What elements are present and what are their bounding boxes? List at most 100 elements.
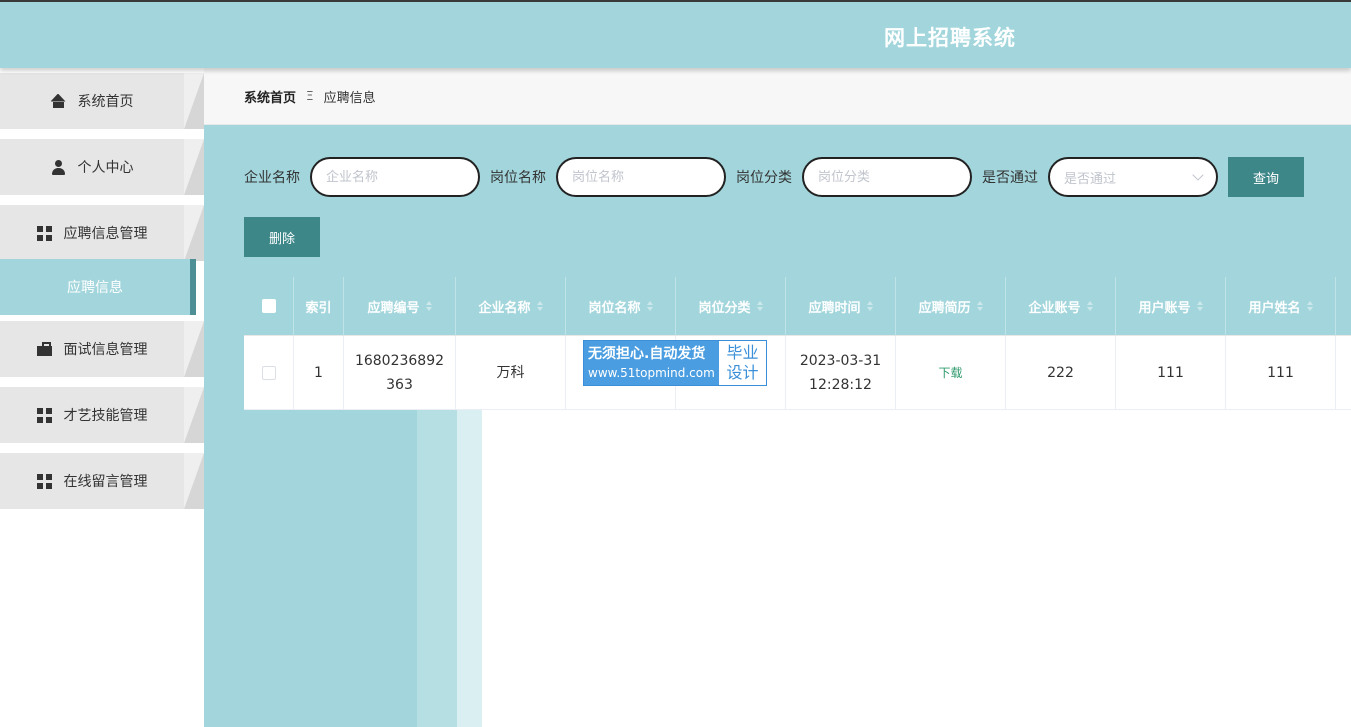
sidebar-item-talent-management[interactable]: 才艺技能管理 — [0, 387, 204, 443]
sort-icon[interactable] — [756, 300, 763, 312]
cell-company: 万科 — [456, 336, 566, 410]
briefcase-icon — [36, 341, 52, 357]
resume-download-link[interactable]: 下载 — [938, 361, 962, 385]
delete-button[interactable]: 删除 — [244, 217, 320, 257]
approved-select[interactable]: 是否通过 — [1048, 157, 1218, 197]
column-header-label: 用户姓名 — [1248, 300, 1301, 316]
sidebar-item-personal-center[interactable]: 个人中心 — [0, 139, 204, 195]
sort-icon[interactable] — [1086, 300, 1093, 312]
background-panel — [417, 410, 457, 727]
watermark-right-line1: 毕业 — [726, 343, 759, 362]
sidebar-item-application-info[interactable]: 应聘信息 — [0, 259, 204, 315]
cell-application-no: 1680236892363 — [344, 336, 456, 410]
position-category-label: 岗位分类 — [736, 170, 792, 186]
app-window: 网上招聘系统 系统首页 个人中心 应聘信息管理 应聘信息 面试信息管理 才艺技能… — [0, 0, 1351, 727]
company-name-label: 企业名称 — [244, 170, 300, 186]
chevron-down-icon — [1192, 169, 1204, 181]
column-header-label: 应聘简历 — [918, 300, 971, 316]
home-icon — [51, 94, 66, 109]
sidebar-item-application-management[interactable]: 应聘信息管理 — [0, 205, 204, 261]
main-content: 系统首页 Ξ 应聘信息 企业名称 岗位名称 岗位分类 是否通过 是否通过 查询 … — [204, 68, 1351, 727]
sort-icon[interactable] — [536, 300, 543, 312]
column-header[interactable]: 用户姓名 — [1226, 277, 1336, 336]
cell-overflow — [1336, 336, 1351, 410]
table-header: 索引 应聘编号 企业名称 岗位名称 岗位分类 应聘时间 应聘简历 企业账号 用户… — [244, 277, 1351, 336]
header-select-all[interactable] — [244, 277, 294, 336]
time-text: 2023-03-31 12:28:12 — [799, 352, 882, 393]
column-header[interactable]: 用户账号 — [1116, 277, 1226, 336]
column-header-overflow — [1336, 277, 1351, 336]
application-no-text: 1680236892363 — [354, 352, 445, 393]
sort-icon[interactable] — [976, 300, 983, 312]
watermark-slogan: 无须担心.自动发货 — [588, 346, 706, 362]
column-header-label: 用户账号 — [1138, 300, 1191, 316]
column-header[interactable]: 应聘简历 — [896, 277, 1006, 336]
cell-resume: 下载 — [896, 336, 1006, 410]
query-button[interactable]: 查询 — [1228, 157, 1304, 197]
breadcrumb-home[interactable]: 系统首页 — [244, 87, 296, 106]
search-bar: 企业名称 岗位名称 岗位分类 是否通过 是否通过 查询 — [244, 157, 1304, 197]
position-name-label: 岗位名称 — [490, 170, 546, 186]
sidebar-item-interview-management[interactable]: 面试信息管理 — [0, 321, 204, 377]
system-title: 网上招聘系统 — [884, 26, 1016, 50]
sidebar: 系统首页 个人中心 应聘信息管理 应聘信息 面试信息管理 才艺技能管理 在线留言… — [0, 68, 204, 727]
column-header-label: 应聘编号 — [367, 300, 420, 316]
column-header-label: 企业名称 — [478, 300, 531, 316]
sidebar-item-label: 系统首页 — [77, 94, 134, 110]
background-panel — [457, 410, 482, 727]
user-icon — [51, 159, 66, 175]
approved-label: 是否通过 — [982, 170, 1038, 186]
column-header[interactable]: 应聘时间 — [786, 277, 896, 336]
column-header[interactable]: 企业账号 — [1006, 277, 1116, 336]
column-header[interactable]: 岗位分类 — [676, 277, 786, 336]
cell-time: 2023-03-31 12:28:12 — [786, 336, 896, 410]
sidebar-item-label: 面试信息管理 — [63, 342, 148, 358]
watermark-url: www.51topmind.com — [588, 366, 715, 380]
sidebar-item-home[interactable]: 系统首页 — [0, 73, 204, 129]
sidebar-item-message-management[interactable]: 在线留言管理 — [0, 453, 204, 509]
column-header-label: 岗位分类 — [698, 300, 751, 316]
grid-icon — [36, 225, 52, 241]
select-all-checkbox[interactable] — [261, 299, 276, 313]
sidebar-item-label: 应聘信息管理 — [63, 226, 148, 242]
sidebar-item-label: 个人中心 — [77, 160, 134, 176]
column-header-label: 应聘时间 — [808, 300, 861, 316]
sidebar-item-label: 在线留言管理 — [63, 474, 148, 490]
column-header-label: 岗位名称 — [588, 300, 641, 316]
watermark-overlay: 无须担心.自动发货 www.51topmind.com 毕业 设计 — [583, 340, 767, 386]
sidebar-item-label: 应聘信息 — [67, 280, 123, 296]
sort-icon[interactable] — [646, 300, 653, 312]
cell-user-name: 111 — [1226, 336, 1336, 410]
sidebar-item-label: 才艺技能管理 — [63, 408, 148, 424]
column-header[interactable]: 企业名称 — [456, 277, 566, 336]
application-table: 索引 应聘编号 企业名称 岗位名称 岗位分类 应聘时间 应聘简历 企业账号 用户… — [244, 277, 1351, 410]
company-name-input[interactable] — [310, 157, 480, 197]
grid-icon — [36, 473, 52, 489]
column-header: 索引 — [294, 277, 344, 336]
background-panel — [482, 410, 1351, 727]
watermark-right: 毕业 设计 — [719, 341, 766, 385]
column-header-label: 索引 — [305, 300, 332, 316]
column-header[interactable]: 应聘编号 — [344, 277, 456, 336]
column-header[interactable]: 岗位名称 — [566, 277, 676, 336]
position-category-input[interactable] — [802, 157, 972, 197]
sort-icon[interactable] — [866, 300, 873, 312]
watermark-left: 无须担心.自动发货 www.51topmind.com — [584, 341, 719, 385]
grid-icon — [36, 407, 52, 423]
sort-icon[interactable] — [1306, 300, 1313, 312]
sort-icon[interactable] — [425, 300, 432, 312]
table-row[interactable]: 1 1680236892363 万科 2023-03-31 12:28:12 下… — [244, 336, 1351, 410]
cell-company-account: 222 — [1006, 336, 1116, 410]
sort-icon[interactable] — [1196, 300, 1203, 312]
cell-index: 1 — [294, 336, 344, 410]
cell-user-account: 111 — [1116, 336, 1226, 410]
top-header: 网上招聘系统 — [0, 0, 1351, 68]
position-name-input[interactable] — [556, 157, 726, 197]
column-header-label: 企业账号 — [1028, 300, 1081, 316]
breadcrumb: 系统首页 Ξ 应聘信息 — [204, 68, 1351, 125]
watermark-right-line2: 设计 — [726, 363, 759, 382]
approved-select-placeholder: 是否通过 — [1064, 171, 1117, 187]
breadcrumb-current: 应聘信息 — [323, 90, 376, 106]
row-checkbox[interactable] — [261, 365, 276, 380]
row-select-cell[interactable] — [244, 336, 294, 410]
